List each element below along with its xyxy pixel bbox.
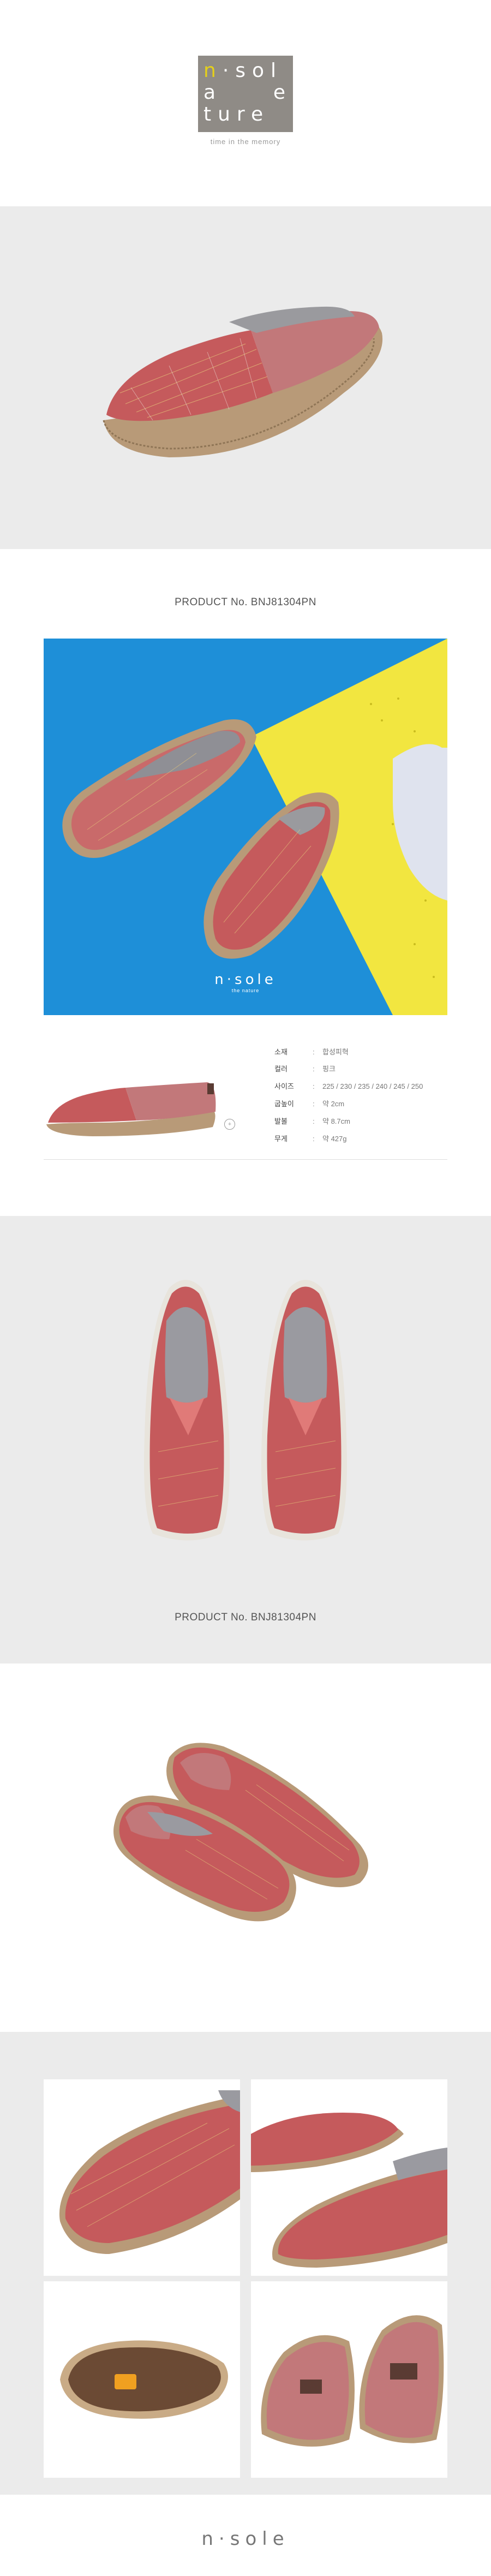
- spec-row-color: 컬러: 핑크: [274, 1065, 336, 1073]
- product-number-bottom: PRODUCT No. BNJ81304PN: [175, 1612, 316, 1623]
- detail-photo-side: [251, 2079, 447, 2276]
- brand-tagline: time in the memory: [210, 138, 281, 146]
- spec-row-material: 소재: 합성피혁: [274, 1048, 349, 1056]
- detail-photo-outsole: [44, 2281, 240, 2478]
- spec-divider: [44, 1159, 447, 1160]
- footer-brand-logo: n·sole: [201, 2528, 290, 2550]
- photo-brand-subtext: the nature: [231, 988, 260, 993]
- angled-pair-image: [113, 1743, 368, 1922]
- brand-logo: n·sol a e ture: [198, 56, 293, 132]
- spec-row-weight: 무게: 약 427g: [274, 1135, 347, 1143]
- logo-line-3: ture: [203, 103, 270, 126]
- hero-shoe-image: [103, 306, 383, 457]
- zoom-icon[interactable]: +: [224, 1119, 235, 1130]
- lifestyle-photo: [44, 639, 447, 1015]
- detail-photo-heel: [251, 2281, 447, 2478]
- spec-row-heel: 굽높이: 약 2cm: [274, 1100, 345, 1108]
- photo-brand-text: n·sole: [214, 971, 277, 988]
- spec-shoe-thumbnail: [46, 1082, 216, 1136]
- spec-row-size: 사이즈:225 / 230 / 235 / 240 / 245 / 250: [274, 1082, 423, 1090]
- photo-brand-mark: n·sole the nature: [0, 971, 491, 993]
- logo-line-2: a e: [203, 81, 292, 104]
- front-view-shoes-image: [144, 1280, 347, 1541]
- product-number-top: PRODUCT No. BNJ81304PN: [175, 597, 316, 608]
- detail-photo-toe: [44, 2079, 240, 2276]
- spec-row-width: 발볼: 약 8.7cm: [274, 1117, 350, 1125]
- logo-line-1: n·sol: [203, 59, 283, 82]
